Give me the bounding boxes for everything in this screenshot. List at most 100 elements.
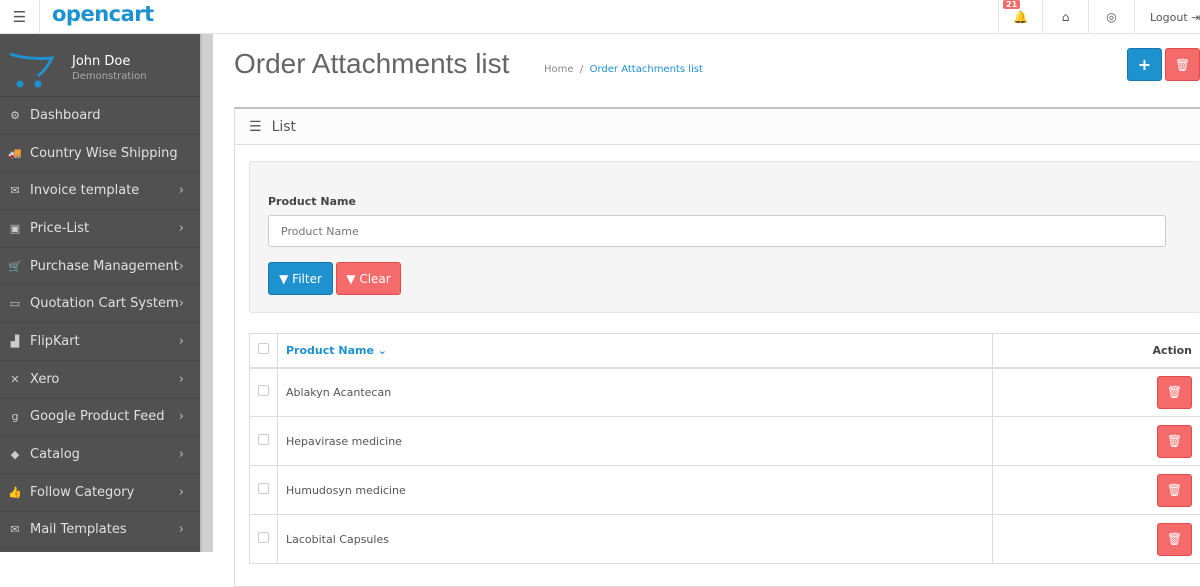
row-checkbox[interactable]: [258, 434, 269, 445]
sidebar-item-label: Follow Category: [30, 485, 134, 500]
table-row: Hepavirase medicine 🗑: [250, 417, 1200, 466]
sidebar-item-label: Xero: [30, 372, 59, 387]
sidebar-item-label: Google Product Feed: [30, 409, 164, 424]
col-action: Action: [993, 334, 1200, 368]
panel-title: List: [272, 119, 296, 135]
sidebar-item[interactable]: ◆Catalog›: [0, 436, 200, 474]
delete-button[interactable]: 🗑: [1165, 48, 1200, 81]
sidebar-item[interactable]: ▭ Quotation Cart System›: [0, 285, 200, 323]
filter-box: Product Name ▼ Filter ▼ Clear: [249, 161, 1200, 313]
sidebar-item[interactable]: 🚚 Country Wise Shipping: [0, 135, 200, 173]
table-row: Lacobital Capsules 🗑: [250, 515, 1200, 564]
chevron-right-icon: ›: [179, 409, 184, 424]
sidebar-item-icon: 🛒: [6, 260, 24, 273]
sidebar: John Doe Demonstration ⚙ Dashboard 🚚 Countr…: [0, 34, 200, 552]
table-row: Humudosyn medicine 🗑: [250, 466, 1200, 515]
sidebar-item-label: Invoice template: [30, 183, 139, 198]
action-cell: 🗑: [993, 368, 1200, 417]
sidebar-item-icon: ▭: [6, 297, 24, 310]
row-delete-button[interactable]: 🗑: [1157, 523, 1192, 556]
filter-icon: ▼: [346, 272, 355, 286]
breadcrumb: Home / Order Attachments list: [544, 64, 703, 75]
user-profile: John Doe Demonstration: [0, 34, 200, 97]
select-all-checkbox[interactable]: [258, 343, 269, 354]
sidebar-item[interactable]: 🛒 Purchase Management›: [0, 248, 200, 286]
notifications-button[interactable]: 21🔔: [998, 0, 1042, 34]
sort-product-name[interactable]: Product Name ⌄: [278, 334, 993, 368]
opencart-logo[interactable]: opencart: [52, 2, 154, 26]
sidebar-item-icon: ⚙: [6, 109, 24, 122]
row-select-cell: [250, 515, 278, 564]
trash-icon: 🗑: [1167, 434, 1182, 448]
product-name-cell: Ablakyn Acantecan: [278, 368, 993, 417]
trash-icon: 🗑: [1167, 385, 1182, 399]
row-delete-button[interactable]: 🗑: [1157, 425, 1192, 458]
chevron-right-icon: ›: [179, 334, 184, 349]
action-cell: 🗑: [993, 417, 1200, 466]
chevron-right-icon: ›: [179, 183, 184, 198]
clear-button[interactable]: ▼ Clear: [336, 262, 401, 295]
sidebar-item-icon: 🚚: [6, 147, 24, 160]
chevron-right-icon: ›: [179, 259, 184, 274]
sidebar-item[interactable]: ✉ Invoice template ›: [0, 172, 200, 210]
logout-label: Logout: [1150, 11, 1188, 24]
sidebar-item-icon: g: [6, 410, 24, 423]
sidebar-item-label: FlipKart: [30, 334, 80, 349]
chevron-right-icon: ›: [179, 485, 184, 500]
sidebar-item[interactable]: ✉Mail Templates›: [0, 512, 200, 550]
row-select-cell: [250, 368, 278, 417]
sidebar-item[interactable]: g Google Product Feed ›: [0, 399, 200, 437]
chevron-right-icon: ›: [179, 296, 184, 311]
product-name-cell: Hepavirase medicine: [278, 417, 993, 466]
sidebar-item[interactable]: ⚙ Dashboard: [0, 97, 200, 135]
sidebar-item-icon: ✕: [6, 373, 24, 386]
logout-icon: ⇥: [1191, 11, 1200, 24]
sidebar-item[interactable]: 👍 Follow Category ›: [0, 474, 200, 512]
header-nav: 21🔔 ⌂ ◎ Logout ⇥: [998, 0, 1200, 34]
main-content: Order Attachments list Home / Order Atta…: [213, 34, 1200, 552]
sidebar-item-icon: 👍: [6, 486, 24, 499]
row-select-cell: [250, 466, 278, 515]
sidebar-item[interactable]: ▟FlipKart›: [0, 323, 200, 361]
add-button[interactable]: +: [1127, 48, 1162, 81]
user-role: Demonstration: [72, 71, 147, 82]
breadcrumb-home[interactable]: Home: [544, 64, 574, 75]
bell-icon: 🔔: [1013, 10, 1028, 24]
logout-button[interactable]: Logout ⇥: [1134, 0, 1200, 34]
sidebar-item-label: Purchase Management: [30, 259, 179, 274]
panel-heading: ☰List: [235, 109, 1200, 145]
chevron-right-icon: ›: [179, 447, 184, 462]
chevron-down-icon: ⌄: [378, 344, 387, 357]
chevron-right-icon: ›: [179, 522, 184, 537]
sidebar-item-icon: ✉: [6, 184, 24, 197]
product-name-label: Product Name: [268, 195, 356, 208]
sidebar-scrollbar[interactable]: [200, 34, 213, 552]
product-name-input[interactable]: [268, 215, 1166, 247]
trash-icon: 🗑: [1175, 58, 1190, 72]
action-cell: 🗑: [993, 515, 1200, 564]
table-row: Ablakyn Acantecan 🗑: [250, 368, 1200, 417]
sidebar-item[interactable]: ✕ Xero ›: [0, 361, 200, 399]
chevron-right-icon: ›: [179, 372, 184, 387]
row-delete-button[interactable]: 🗑: [1157, 474, 1192, 507]
clear-label: Clear: [359, 272, 390, 286]
product-name-cell: Humudosyn medicine: [278, 466, 993, 515]
row-checkbox[interactable]: [258, 483, 269, 494]
filter-button[interactable]: ▼ Filter: [268, 262, 333, 295]
filter-icon: ▼: [279, 272, 288, 286]
select-all-cell: [250, 334, 278, 368]
help-icon[interactable]: ◎: [1088, 0, 1134, 34]
sidebar-item-label: Dashboard: [30, 108, 101, 123]
product-name-cell: Lacobital Capsules: [278, 515, 993, 564]
sidebar-item-label: Quotation Cart System: [30, 296, 179, 311]
attachments-table: Product Name ⌄ Action Ablakyn Acantecan 🗑…: [249, 333, 1200, 564]
sidebar-item-label: Country Wise Shipping: [30, 146, 178, 161]
home-icon[interactable]: ⌂: [1042, 0, 1088, 34]
row-checkbox[interactable]: [258, 532, 269, 543]
user-name: John Doe: [72, 54, 130, 69]
row-checkbox[interactable]: [258, 385, 269, 396]
breadcrumb-current[interactable]: Order Attachments list: [590, 64, 703, 75]
menu-toggle-icon[interactable]: ☰: [0, 0, 40, 34]
row-delete-button[interactable]: 🗑: [1157, 376, 1192, 409]
sidebar-item[interactable]: ▣Price-List›: [0, 210, 200, 248]
